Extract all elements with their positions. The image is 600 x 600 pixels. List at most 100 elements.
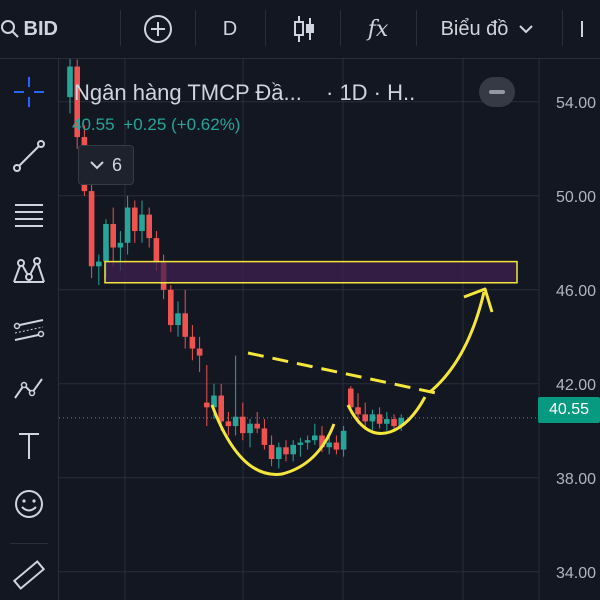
- crosshair-tool[interactable]: [0, 67, 58, 117]
- chevron-down-icon: [519, 25, 534, 34]
- ruler-icon: [12, 560, 46, 590]
- price-tick-label: 46.00: [556, 283, 596, 300]
- plus-circle-icon: [144, 15, 172, 43]
- fx-icon: fx: [367, 16, 389, 42]
- candle-body: [110, 224, 116, 248]
- candle-body: [196, 348, 203, 356]
- resistance-zone: [104, 260, 518, 284]
- fib-lines-icon: [15, 204, 43, 227]
- breakout-arrow-shaft: [429, 291, 486, 394]
- current-price-label: 40.55: [538, 397, 600, 423]
- search-icon: [1, 20, 19, 38]
- price-tick-label: 42.00: [556, 377, 596, 394]
- candle-body: [153, 238, 160, 262]
- chart-mode-label: Biểu đồ: [440, 17, 509, 40]
- candle-body: [333, 442, 340, 450]
- candle-body: [304, 440, 311, 443]
- resistance-dashed-line: [247, 351, 437, 395]
- candle-body: [139, 214, 145, 232]
- text-tool-icon: [19, 433, 39, 459]
- interval-button[interactable]: D: [212, 0, 248, 58]
- breakout-arrow-head: [463, 287, 494, 313]
- legend-toggle-button[interactable]: [479, 77, 515, 107]
- legend-symbol-name: Ngân hàng TMCP Đầ...: [74, 80, 302, 105]
- emoji-tool[interactable]: [0, 479, 58, 529]
- candle-body: [225, 421, 232, 427]
- candle-body: [340, 430, 347, 450]
- price-axis: 54.00 50.00 46.00 42.00 38.00 34.00: [556, 95, 596, 582]
- candle-body: [326, 442, 332, 448]
- candle-body: [369, 414, 376, 422]
- indicators-button[interactable]: fx: [358, 0, 398, 58]
- channel-tool[interactable]: [0, 305, 58, 355]
- price-tick-label: 50.00: [556, 189, 596, 206]
- candle-body: [247, 423, 253, 434]
- polyline-tool[interactable]: [0, 363, 58, 413]
- chart-mode-dropdown[interactable]: Biểu đồ: [430, 0, 545, 58]
- legend-price: 40.55 +0.25 (+0.62%): [72, 115, 240, 135]
- text-tool[interactable]: [0, 421, 58, 471]
- legend-change: +0.25 (+0.62%): [123, 115, 241, 134]
- candle-body: [348, 388, 354, 408]
- candle-body: [355, 407, 361, 415]
- candles-icon: [294, 16, 314, 42]
- chart-type-button[interactable]: [284, 0, 324, 58]
- candle-body: [117, 242, 124, 248]
- price-tick-label: 54.00: [556, 95, 596, 112]
- indicator-count: 6: [111, 154, 122, 175]
- candle-body: [124, 207, 131, 243]
- candle-body: [391, 419, 397, 427]
- candle-body: [240, 416, 246, 434]
- indicators-collapse-button[interactable]: 6: [78, 145, 134, 185]
- candle-body: [384, 419, 390, 424]
- price-tick-label: 34.00: [556, 565, 596, 582]
- candle-body: [276, 447, 282, 459]
- candle-body: [254, 423, 260, 429]
- candle-body: [168, 289, 174, 326]
- candle-body: [376, 414, 383, 424]
- legend-title[interactable]: Ngân hàng TMCP Đầ... · 1D · H..: [74, 80, 415, 106]
- chevron-down-icon: [90, 161, 104, 170]
- more-button[interactable]: [572, 0, 600, 58]
- candle-body: [132, 207, 138, 232]
- pattern-icon: [13, 257, 45, 283]
- candle-body: [232, 416, 239, 427]
- minus-icon: [489, 90, 505, 94]
- legend-last-price: 40.55: [72, 115, 115, 134]
- legend-interval: · 1D · H..: [326, 80, 416, 105]
- candle-body: [283, 447, 289, 455]
- trend-line-icon: [13, 140, 45, 172]
- annotations: [104, 260, 518, 476]
- candle-body: [362, 414, 368, 422]
- symbol-label: BID: [23, 17, 58, 40]
- candle-body: [96, 261, 102, 267]
- pattern-tool[interactable]: [0, 247, 58, 297]
- polyline-icon: [14, 378, 43, 399]
- candle-body: [261, 428, 268, 445]
- chart-pane[interactable]: 54.00 50.00 46.00 42.00 38.00 34.00: [59, 59, 600, 600]
- candle-body: [312, 435, 318, 441]
- candle-body: [182, 313, 188, 337]
- emoji-icon: [15, 490, 43, 518]
- ruler-tool[interactable]: [0, 550, 58, 600]
- top-toolbar: BID D fx Biểu đồ: [0, 0, 600, 59]
- drawing-toolbar: [0, 59, 59, 600]
- candle-body: [88, 191, 95, 267]
- add-symbol-button[interactable]: [138, 0, 178, 58]
- candle-body: [290, 444, 296, 455]
- candle-body: [189, 336, 196, 349]
- candle-body: [268, 444, 275, 459]
- fib-tool[interactable]: [0, 189, 58, 239]
- candle-body: [146, 214, 152, 239]
- candle-body: [204, 402, 210, 408]
- chart-grid: [59, 59, 540, 600]
- trend-line-tool[interactable]: [0, 131, 58, 181]
- crosshair-icon: [14, 77, 44, 107]
- candle-body: [297, 442, 304, 445]
- candle-body: [67, 66, 73, 98]
- candle-body: [175, 313, 181, 326]
- clipped-icon: [581, 21, 583, 37]
- price-tick-label: 38.00: [556, 471, 596, 488]
- parallel-channel-icon: [13, 319, 45, 341]
- search-symbol-button[interactable]: BID: [0, 0, 58, 58]
